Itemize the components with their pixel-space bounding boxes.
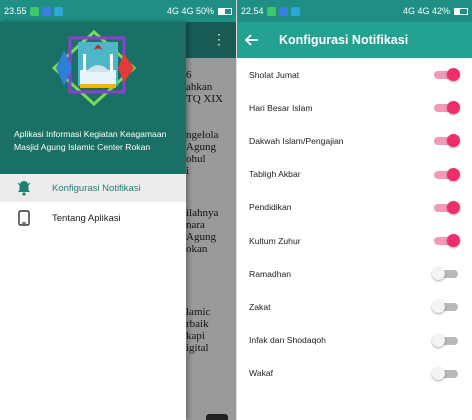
notification-icon [29,6,39,16]
setting-label: Dakwah Islam/Pengajian [249,135,344,146]
toggle-thumb [432,300,445,314]
notification-toggle[interactable] [432,366,458,380]
toggle-thumb [447,200,460,214]
back-arrow-icon[interactable] [237,22,267,58]
toggle-thumb [432,333,445,347]
setting-row: Tabligh Akbar [237,158,472,191]
notification-icon [53,6,63,16]
setting-label: Hari Besar Islam [249,102,313,113]
setting-row: Sholat Jumat [237,58,472,91]
toggle-thumb [432,267,445,281]
setting-label: Sholat Jumat [249,69,300,80]
notification-toggle[interactable] [434,68,460,81]
setting-row: Ramadhan [237,257,472,290]
signal-status: 4G 4G 42% [402,6,450,16]
app-toolbar: Konfigurasi Notifikasi [237,22,472,58]
notification-toggle[interactable] [434,167,460,181]
setting-label: Wakaf [249,368,274,379]
setting-row: Kultum Zuhur [237,224,472,257]
status-time: 23.55 [4,6,27,16]
notification-icon [41,6,51,16]
signal-status: 4G 4G 50% [166,6,214,16]
page-title: Konfigurasi Notifikasi [279,33,409,47]
toggle-thumb [432,366,445,380]
notification-icon [266,6,276,16]
notification-toggle[interactable] [432,267,458,281]
drawer-header: Aplikasi Informasi Kegiatan Keagamaan Ma… [0,22,186,174]
notification-toggle[interactable] [432,300,458,314]
right-screen: 22.54 4G 4G 42% Konfigurasi Notifikasi S… [237,0,472,420]
status-bar-left: 23.55 4G 4G 50% [0,0,236,22]
setting-label: Ramadhan [249,268,292,279]
status-time: 22.54 [241,6,264,16]
notification-toggle[interactable] [434,101,460,115]
navigation-drawer: Aplikasi Informasi Kegiatan Keagamaan Ma… [0,22,186,420]
drawer-app-title: Aplikasi Informasi Kegiatan Keagamaan Ma… [14,129,167,152]
battery-icon [454,7,468,15]
phone-icon [14,208,34,228]
setting-row: Wakaf [237,357,472,390]
toggle-thumb [447,234,460,247]
toggle-thumb [447,134,460,148]
left-screen: 23.55 4G 4G 50% ⋮ 6 ahkan TQ XIX ngelola Agu… [0,0,236,420]
setting-label: Tabligh Akbar [249,169,301,180]
notification-toggle[interactable] [432,333,458,347]
setting-label: Zakat [249,301,271,312]
toggle-thumb [447,68,460,81]
bell-icon [14,178,34,198]
menu-label: Tentang Aplikasi [52,212,121,224]
menu-item-tentang-aplikasi[interactable]: Tentang Aplikasi [0,204,186,232]
setting-row: Infak dan Shodaqoh [237,324,472,357]
setting-row: Zakat [237,290,472,323]
toggle-thumb [447,101,460,115]
menu-item-konfigurasi-notifikasi[interactable]: Konfigurasi Notifikasi [0,174,186,202]
setting-label: Pendidikan [249,202,292,213]
status-bar-right: 22.54 4G 4G 42% [237,0,472,22]
toggle-thumb [447,167,460,181]
setting-label: Infak dan Shodaqoh [249,335,326,346]
notification-icon [290,6,300,16]
notification-icon [278,6,288,16]
menu-label: Konfigurasi Notifikasi [52,182,141,194]
notification-toggle[interactable] [434,234,460,247]
notification-toggle[interactable] [434,200,460,214]
setting-row: Pendidikan [237,191,472,224]
mosque-logo [51,29,137,107]
battery-icon [218,7,232,15]
notification-toggle[interactable] [434,134,460,148]
setting-row: Dakwah Islam/Pengajian [237,124,472,157]
setting-label: Kultum Zuhur [249,235,301,246]
setting-row: Hari Besar Islam [237,91,472,124]
